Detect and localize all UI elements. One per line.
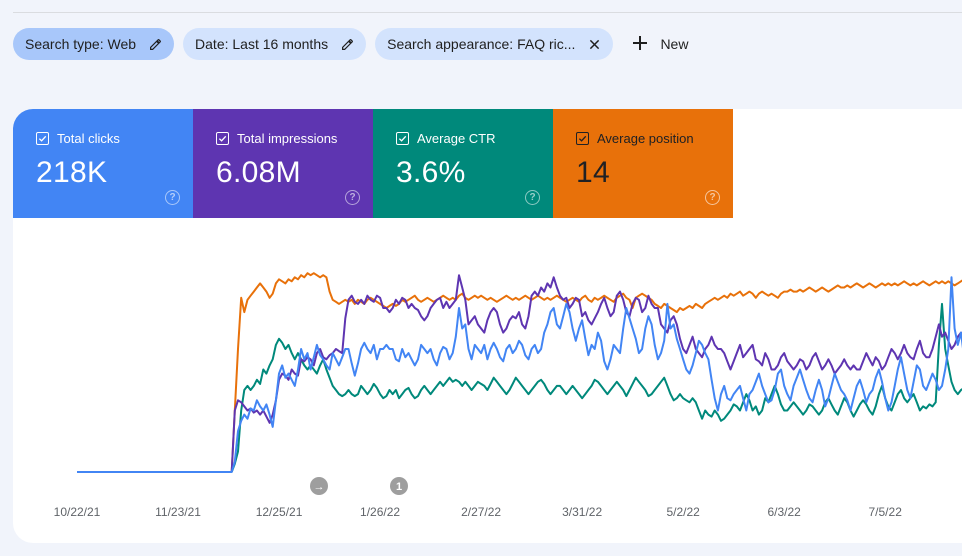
- x-tick-label: 6/3/22: [767, 505, 801, 519]
- x-tick-label: 5/2/22: [666, 505, 700, 519]
- filter-chip-search-type[interactable]: Search type: Web: [13, 28, 174, 60]
- close-icon[interactable]: [587, 37, 601, 51]
- arrow-right-icon[interactable]: →: [310, 477, 328, 495]
- series-line-average-ctr: [232, 304, 962, 472]
- checkbox-checked-icon[interactable]: [396, 132, 409, 145]
- new-filter-label: New: [660, 36, 688, 52]
- x-tick-label: 10/22/21: [54, 505, 101, 519]
- metric-label: Total clicks: [57, 131, 120, 146]
- x-tick-label: 3/31/22: [562, 505, 602, 519]
- help-icon[interactable]: ?: [705, 190, 720, 205]
- metric-value: 6.08M: [216, 156, 373, 190]
- metric-value: 3.6%: [396, 156, 553, 190]
- metric-value: 218K: [36, 156, 193, 190]
- top-divider: [13, 12, 962, 13]
- checkbox-checked-icon[interactable]: [576, 132, 589, 145]
- metric-label: Total impressions: [237, 131, 337, 146]
- metric-label: Average position: [597, 131, 694, 146]
- annotation-label: →: [314, 481, 325, 493]
- metric-card-average-position[interactable]: Average position 14 ?: [553, 109, 733, 218]
- metric-card-average-ctr[interactable]: Average CTR 3.6% ?: [373, 109, 553, 218]
- pencil-icon[interactable]: [340, 37, 354, 51]
- x-tick-label: 11/23/21: [155, 505, 201, 519]
- filter-bar: Search type: Web Date: Last 16 months Se…: [13, 28, 688, 60]
- performance-card: 10/22/21 11/23/21 12/25/21 1/26/22 2/27/22 3/…: [13, 109, 962, 543]
- filter-chip-label: Date: Last 16 months: [195, 36, 328, 52]
- x-tick-label: 12/25/21: [256, 505, 303, 519]
- help-icon[interactable]: ?: [165, 190, 180, 205]
- filter-chip-label: Search appearance: FAQ ric...: [387, 36, 575, 52]
- filter-chip-date[interactable]: Date: Last 16 months: [183, 28, 366, 60]
- filter-chip-label: Search type: Web: [25, 36, 136, 52]
- annotation-count-icon[interactable]: 1: [390, 477, 408, 495]
- x-tick-label: 2/27/22: [461, 505, 501, 519]
- x-tick-label: 1/26/22: [360, 505, 400, 519]
- pencil-icon[interactable]: [148, 37, 162, 51]
- annotation-label: 1: [396, 481, 402, 493]
- help-icon[interactable]: ?: [525, 190, 540, 205]
- series-line-total-clicks: [77, 277, 962, 472]
- checkbox-checked-icon[interactable]: [216, 132, 229, 145]
- metric-card-total-impressions[interactable]: Total impressions 6.08M ?: [193, 109, 373, 218]
- filter-chip-search-appearance[interactable]: Search appearance: FAQ ric...: [375, 28, 613, 60]
- x-tick-label: 7/5/22: [869, 505, 903, 519]
- series-line-total-impressions: [232, 275, 962, 472]
- metric-label: Average CTR: [417, 131, 496, 146]
- series-line-average-position: [232, 273, 962, 472]
- metric-value: 14: [576, 156, 733, 190]
- plus-icon: [632, 33, 648, 55]
- new-filter-button[interactable]: New: [632, 33, 688, 55]
- help-icon[interactable]: ?: [345, 190, 360, 205]
- metric-card-total-clicks[interactable]: Total clicks 218K ?: [13, 109, 193, 218]
- metric-cards: Total clicks 218K ? Total impressions 6.…: [13, 109, 733, 218]
- checkbox-checked-icon[interactable]: [36, 132, 49, 145]
